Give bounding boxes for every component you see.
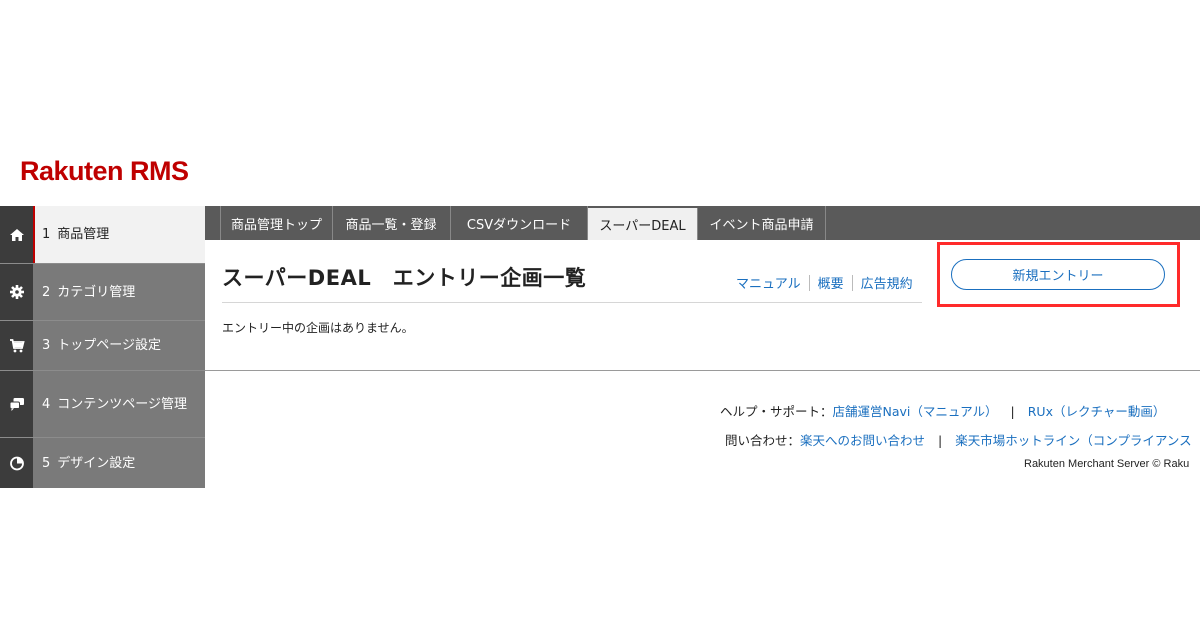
sidebar-item-category-management[interactable]: 2 カテゴリ管理 bbox=[0, 264, 205, 320]
new-entry-button[interactable]: 新規エントリー bbox=[951, 259, 1165, 290]
sidebar-item-number: 1 bbox=[42, 227, 51, 242]
footer-help-prefix: ヘルプ・サポート： bbox=[720, 404, 833, 419]
footer-contact-prefix: 問い合わせ： bbox=[725, 433, 801, 448]
tab-label: CSVダウンロード bbox=[466, 217, 572, 233]
rakuten-inquiry-link[interactable]: 楽天へのお問い合わせ bbox=[800, 433, 925, 448]
footer-separator: | bbox=[938, 433, 943, 448]
tab-label: スーパーDEAL bbox=[599, 218, 686, 234]
title-divider bbox=[222, 302, 922, 303]
tab-label: イベント商品申請 bbox=[709, 217, 814, 233]
tab-product-list-register[interactable]: 商品一覧・登録 bbox=[332, 206, 451, 240]
content-divider bbox=[205, 370, 1200, 371]
sidebar-item-product-management[interactable]: 1 商品管理 bbox=[0, 206, 205, 263]
footer-help-line: ヘルプ・サポート：店舗運営Navi（マニュアル） | RUx（レクチャー動画） bbox=[720, 401, 1165, 420]
tab-csv-download[interactable]: CSVダウンロード bbox=[451, 206, 588, 240]
tab-product-management-top[interactable]: 商品管理トップ bbox=[220, 206, 333, 240]
sidebar-item-number: 2 bbox=[42, 284, 51, 300]
sidebar-item-label: トップページ設定 bbox=[57, 338, 162, 353]
footer-separator: | bbox=[1010, 404, 1015, 419]
home-icon bbox=[9, 228, 24, 241]
sidebar-item-content-page-management[interactable]: 4 コンテンツページ管理 bbox=[0, 371, 205, 437]
tab-super-deal[interactable]: スーパーDEAL bbox=[588, 208, 698, 240]
tab-label: 商品一覧・登録 bbox=[345, 217, 437, 233]
rux-lecture-video-link[interactable]: RUx（レクチャー動画） bbox=[1028, 404, 1166, 419]
sidebar-item-design-settings[interactable]: 5 デザイン設定 bbox=[0, 438, 205, 488]
link-divider bbox=[808, 274, 810, 291]
tab-event-product-application[interactable]: イベント商品申請 bbox=[698, 206, 826, 240]
pie-chart-icon bbox=[9, 456, 24, 471]
chat-icon bbox=[9, 398, 24, 411]
cart-icon bbox=[9, 338, 25, 352]
page-title: スーパーDEAL エントリー企画一覧 bbox=[222, 266, 587, 290]
header-links: マニュアル 概要 広告規約 bbox=[736, 273, 913, 292]
gear-icon bbox=[9, 285, 24, 299]
compliance-hotline-link[interactable]: 楽天市場ホットライン（コンプライアンス bbox=[955, 433, 1191, 448]
top-tab-bar: 商品管理トップ 商品一覧・登録 CSVダウンロード スーパーDEAL イベント商… bbox=[205, 206, 1200, 240]
empty-state-message: エントリー中の企画はありません。 bbox=[222, 321, 414, 335]
footer-contact-line: 問い合わせ：楽天へのお問い合わせ | 楽天市場ホットライン（コンプライアンス bbox=[725, 430, 1192, 449]
copyright-text: Rakuten Merchant Server © Raku bbox=[1024, 458, 1190, 470]
sidebar-item-label: デザイン設定 bbox=[57, 455, 136, 471]
ad-terms-link[interactable]: 広告規約 bbox=[861, 273, 913, 292]
sidebar-item-label: カテゴリ管理 bbox=[57, 284, 136, 300]
rakuten-rms-logo[interactable]: Rakuten RMS bbox=[20, 156, 189, 187]
sidebar-item-number: 5 bbox=[42, 455, 51, 471]
tab-label: 商品管理トップ bbox=[230, 217, 322, 233]
sidebar-item-number: 3 bbox=[42, 338, 51, 353]
sidebar-item-number: 4 bbox=[42, 396, 51, 412]
manual-link[interactable]: マニュアル bbox=[736, 273, 801, 292]
overview-link[interactable]: 概要 bbox=[818, 273, 844, 292]
sidebar-item-label: 商品管理 bbox=[57, 227, 110, 242]
store-navi-manual-link[interactable]: 店舗運営Navi（マニュアル） bbox=[833, 404, 998, 419]
sidebar-item-label: コンテンツページ管理 bbox=[57, 396, 188, 412]
sidebar: 1 商品管理 2 カテゴリ管理 3 トップページ設定 4 コンテンツページ管理 … bbox=[0, 206, 205, 488]
sidebar-item-top-page-settings[interactable]: 3 トップページ設定 bbox=[0, 321, 205, 370]
link-divider bbox=[851, 274, 853, 291]
